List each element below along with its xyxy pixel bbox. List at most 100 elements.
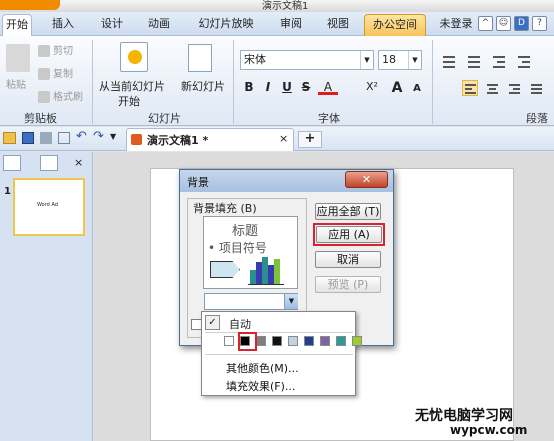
apply-button[interactable]: 应用 (A) [316,226,382,243]
brush-icon [38,91,50,103]
print-icon[interactable] [40,132,52,144]
divider [205,332,353,333]
divider [205,354,353,355]
format-painter-button[interactable]: 格式刷 [38,88,83,103]
decrease-indent-icon[interactable] [490,52,506,68]
open-folder-icon[interactable] [3,132,16,144]
scissors-icon [38,45,50,57]
dialog-title: 背景 [187,176,209,189]
color-swatch[interactable] [288,336,298,346]
slide-number: 1 [4,186,11,197]
paragraph-group-label: 段落 [526,112,548,125]
fill-effects-item[interactable]: 填充效果(F)... [226,378,295,394]
watermark-url: wypcw.com [450,423,528,437]
color-swatch[interactable] [256,336,266,346]
divider [92,40,93,124]
ribbon: 粘贴 剪切 复制 格式刷 剪贴板 从当前幻灯片 开始 新幻灯片 幻灯片 宋体 ▼ … [0,36,554,126]
preview-title: 标题 [232,224,259,239]
tab-design[interactable]: 设计 [97,14,127,36]
qat-more-icon[interactable]: ▼ [110,132,116,141]
preview-button[interactable]: 预览 (P) [315,276,381,293]
increase-indent-icon[interactable] [515,52,531,68]
close-tab-icon[interactable]: × [279,132,288,145]
underline-button[interactable]: U [278,80,296,94]
font-color-button[interactable]: A [318,80,338,95]
ribbon-tabs: 开始 插入 设计 动画 幻灯片放映 审阅 视图 办公空间 未登录 ^ ☺ D ? [0,12,554,36]
window-title: 演示文稿1 [262,1,309,12]
document-tab[interactable]: 演示文稿1 * × [126,128,294,151]
slides-group-label: 幻灯片 [148,112,181,125]
clipboard-group-label: 剪贴板 [24,112,57,125]
copy-icon [38,68,50,80]
fill-color-combo[interactable]: ▼ [204,293,298,310]
slides-view-icon[interactable] [40,155,58,171]
new-tab-button[interactable]: + [298,131,322,148]
slide-thumbnail[interactable]: Word Ad [13,178,85,236]
auto-color-option[interactable]: ✓ 自动 [205,315,353,331]
color-dropdown: ✓ 自动 其他颜色(M)... 填充效果(F)... [201,311,362,396]
new-slide-button[interactable]: 新幻灯片 [181,78,225,94]
login-label[interactable]: 未登录 [436,14,476,36]
justify-icon[interactable] [528,80,544,96]
color-swatch[interactable] [224,336,234,346]
tab-slideshow[interactable]: 幻灯片放映 [190,14,262,36]
bold-button[interactable]: B [240,80,258,94]
tab-home[interactable]: 开始 [2,14,32,36]
bullets-icon[interactable] [440,52,456,68]
save-icon[interactable] [22,132,34,144]
color-swatch[interactable] [304,336,314,346]
outline-view-icon[interactable] [3,155,21,171]
presentation-icon [131,134,142,145]
font-name-combo[interactable]: 宋体 ▼ [240,50,374,70]
copy-button[interactable]: 复制 [38,65,73,80]
tab-insert[interactable]: 插入 [48,14,78,36]
preview-icon[interactable] [58,132,70,144]
collapse-ribbon-icon[interactable]: ^ [478,16,493,31]
align-center-icon[interactable] [484,80,500,96]
selected-swatch-highlight [238,332,257,351]
cut-button[interactable]: 剪切 [38,42,73,57]
close-panel-icon[interactable]: × [74,156,83,169]
preview-bullet: • 项目符号 [208,241,267,255]
color-swatch[interactable] [272,336,282,346]
wps-app-button[interactable] [0,0,60,10]
grow-font-button[interactable]: A [388,80,406,96]
tab-office-space[interactable]: 办公空间 [364,14,426,36]
undo-icon[interactable]: ↶ [76,129,87,144]
new-slide-icon[interactable] [188,44,212,72]
chevron-down-icon: ▼ [408,51,421,69]
strikethrough-button[interactable]: S [297,80,315,94]
tab-view[interactable]: 视图 [323,14,353,36]
preview-arrow-shape [210,261,240,278]
shrink-font-button[interactable]: A [408,83,426,94]
redo-icon[interactable]: ↷ [93,129,104,144]
align-right-icon[interactable] [506,80,522,96]
tab-review[interactable]: 审阅 [276,14,306,36]
tab-animation[interactable]: 动画 [144,14,174,36]
document-tab-label: 演示文稿1 * [147,134,209,147]
more-colors-item[interactable]: 其他颜色(M)... [226,360,299,376]
italic-button[interactable]: I [259,80,277,94]
superscript-button[interactable]: X² [360,80,384,93]
skin-icon[interactable]: ☺ [496,16,511,31]
slideshow-icon[interactable] [120,42,148,72]
paste-icon[interactable] [6,44,30,72]
apply-all-button[interactable]: 应用全部 (T) [315,203,381,220]
close-icon[interactable]: ✕ [345,171,388,188]
color-swatch[interactable] [352,336,362,346]
paste-button[interactable]: 粘贴 [6,76,26,91]
cancel-button[interactable]: 取消 [315,251,381,268]
from-current-slide-button-line2[interactable]: 开始 [118,93,140,109]
font-size-combo[interactable]: 18 ▼ [378,50,422,70]
docer-icon[interactable]: D [514,16,529,31]
play-icon [128,50,142,64]
numbering-icon[interactable] [465,52,481,68]
align-left-icon[interactable] [462,80,478,96]
color-swatch[interactable] [320,336,330,346]
chevron-down-icon[interactable]: ▼ [284,294,298,309]
auto-color-label: 自动 [229,318,251,331]
watermark-site-name: 无忧电脑学习网 [415,408,513,424]
color-swatch[interactable] [336,336,346,346]
from-current-slide-button[interactable]: 从当前幻灯片 [99,78,165,94]
help-icon[interactable]: ? [532,16,547,31]
